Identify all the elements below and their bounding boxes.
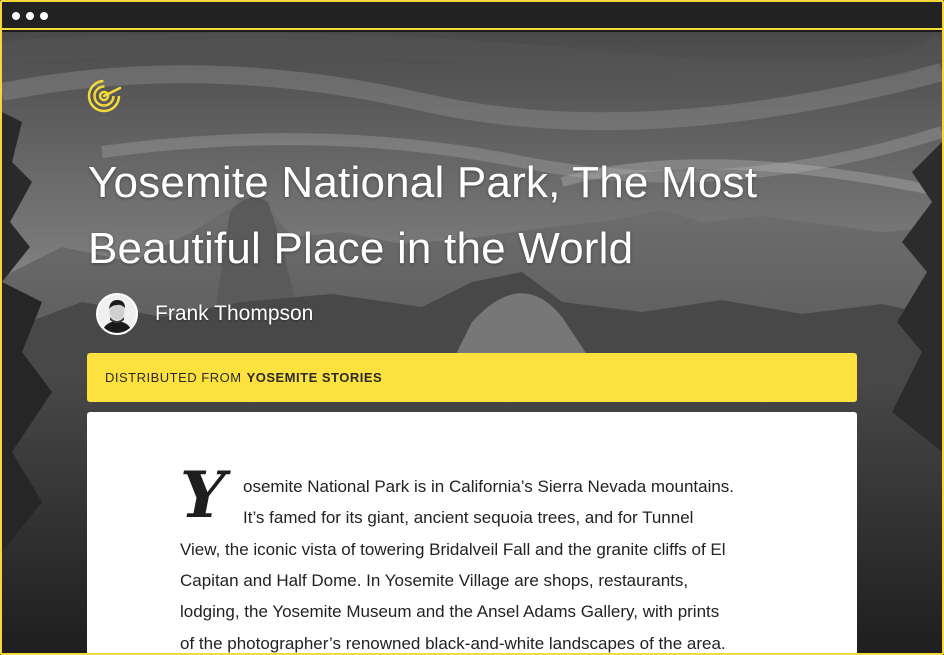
distribution-prefix: DISTRIBUTED FROM [105, 370, 242, 385]
distribution-banner: DISTRIBUTED FROM YOSEMITE STORIES [87, 353, 857, 402]
author-name[interactable]: Frank Thompson [155, 302, 313, 326]
body-text-line: View, the iconic vista of towering Brida… [180, 540, 726, 559]
body-text-line: It’s famed for its giant, ancient sequoi… [243, 508, 694, 527]
page-title: Yosemite National Park, The Most Beautif… [88, 150, 848, 282]
browser-window: Yosemite National Park, The Most Beautif… [0, 0, 944, 655]
hero-section: Yosemite National Park, The Most Beautif… [2, 32, 942, 653]
avatar[interactable] [96, 293, 138, 335]
target-spiral-icon[interactable] [86, 74, 126, 114]
body-text-line: osemite National Park is in California’s… [243, 477, 735, 496]
distribution-source-link[interactable]: YOSEMITE STORIES [247, 370, 383, 385]
body-text-line: of the photographer’s renowned black-and… [180, 634, 726, 653]
author-byline[interactable]: Frank Thompson [96, 293, 313, 335]
window-dot-icon[interactable] [40, 12, 48, 20]
window-titlebar [2, 2, 942, 30]
window-dot-icon[interactable] [12, 12, 20, 20]
title-line: Yosemite National Park, The Most [88, 158, 758, 207]
body-text-line: Capitan and Half Dome. In Yosemite Villa… [180, 571, 689, 590]
article-body-card: Y osemite National Park is in California… [87, 412, 857, 653]
title-line: Beautiful Place in the World [88, 224, 634, 273]
body-text-line: lodging, the Yosemite Museum and the Ans… [180, 602, 720, 621]
window-dot-icon[interactable] [26, 12, 34, 20]
drop-cap: Y [180, 458, 226, 533]
person-avatar-icon [98, 295, 136, 333]
